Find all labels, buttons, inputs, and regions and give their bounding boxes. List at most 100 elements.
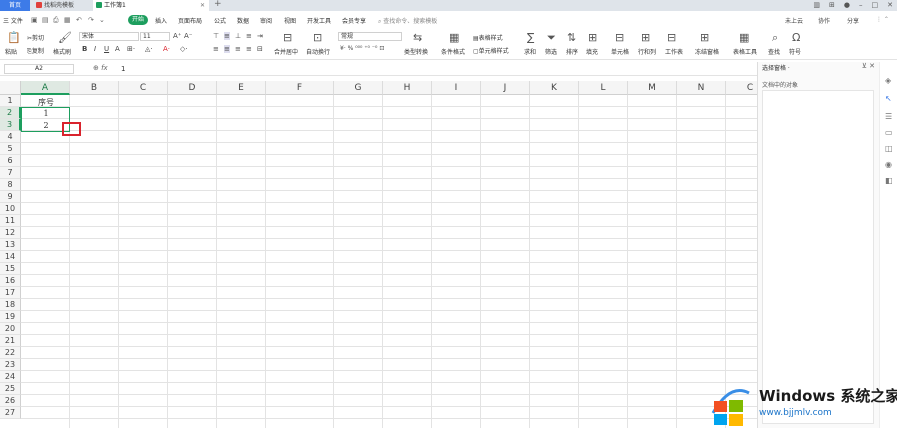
menu-formula[interactable]: 公式 bbox=[214, 16, 226, 25]
location-icon[interactable]: ◉ bbox=[885, 160, 892, 169]
paste-button[interactable]: 粘贴 bbox=[5, 47, 17, 56]
align-top-icon[interactable]: ⊤ bbox=[213, 32, 219, 40]
wrap-text-icon[interactable]: ⊡ bbox=[313, 31, 322, 44]
rows-cols-button[interactable]: 行和列 bbox=[638, 47, 656, 56]
find-button[interactable]: 查找 bbox=[768, 47, 780, 56]
row-header[interactable]: 2 bbox=[0, 107, 21, 119]
minimize-button[interactable]: – bbox=[859, 0, 863, 11]
row-header[interactable]: 15 bbox=[0, 263, 21, 275]
number-format-icons[interactable]: ¥· % ⁰⁰⁰ ⁺⁰ ⁻⁰ ⊡ bbox=[340, 45, 384, 52]
indent-icon[interactable]: ⇥ bbox=[257, 32, 263, 40]
format-painter-icon[interactable]: 🖌 bbox=[58, 31, 72, 44]
menu-view[interactable]: 视图 bbox=[284, 16, 296, 25]
share-button[interactable]: 分享 bbox=[847, 16, 859, 25]
column-header[interactable]: D bbox=[168, 81, 217, 95]
justify-icon[interactable]: ≡ bbox=[246, 45, 252, 53]
menu-member[interactable]: 会员专享 bbox=[342, 16, 366, 25]
tab-template[interactable]: 找稻壳模板 bbox=[33, 0, 91, 11]
align-center-icon[interactable]: ≡ bbox=[224, 45, 230, 53]
table-style-button[interactable]: ▤表格样式 bbox=[473, 33, 503, 42]
undo-icon[interactable]: ↶ bbox=[76, 16, 82, 24]
row-header[interactable]: 27 bbox=[0, 407, 21, 419]
column-header[interactable]: B bbox=[70, 81, 119, 95]
row-header[interactable]: 26 bbox=[0, 395, 21, 407]
print-preview-icon[interactable]: ▦ bbox=[64, 16, 71, 24]
underline-button[interactable]: U bbox=[104, 45, 109, 53]
row-header[interactable]: 16 bbox=[0, 275, 21, 287]
column-header[interactable]: L bbox=[579, 81, 628, 95]
wrap-text-button[interactable]: 自动换行 bbox=[306, 47, 330, 56]
orientation-icon[interactable]: ≡ bbox=[246, 32, 252, 40]
strikethrough-button[interactable]: A bbox=[115, 45, 120, 53]
worksheet-icon[interactable]: ⊟ bbox=[667, 31, 676, 44]
symbol-button[interactable]: 符号 bbox=[789, 47, 801, 56]
merge-center-button[interactable]: 合并居中 bbox=[274, 47, 298, 56]
sum-icon[interactable]: ∑ bbox=[527, 31, 534, 44]
type-convert-button[interactable]: 类型转换 bbox=[404, 47, 428, 56]
row-header[interactable]: 18 bbox=[0, 299, 21, 311]
fill-button[interactable]: 填充 bbox=[586, 47, 598, 56]
column-header[interactable]: N bbox=[677, 81, 726, 95]
row-header[interactable]: 9 bbox=[0, 191, 21, 203]
row-header[interactable]: 21 bbox=[0, 335, 21, 347]
column-header[interactable]: I bbox=[432, 81, 481, 95]
row-header[interactable]: 5 bbox=[0, 143, 21, 155]
column-header[interactable]: E bbox=[217, 81, 266, 95]
objects-list[interactable] bbox=[762, 90, 874, 424]
row-header[interactable]: 13 bbox=[0, 239, 21, 251]
row-header[interactable]: 10 bbox=[0, 203, 21, 215]
apps-icon[interactable]: ⊞ bbox=[829, 0, 835, 11]
row-header[interactable]: 22 bbox=[0, 347, 21, 359]
collaborate-button[interactable]: 协作 bbox=[818, 16, 830, 25]
maximize-button[interactable]: □ bbox=[872, 0, 879, 11]
conditional-format-button[interactable]: 条件格式 bbox=[441, 47, 465, 56]
row-header[interactable]: 11 bbox=[0, 215, 21, 227]
distribute-icon[interactable]: ⊟ bbox=[257, 45, 263, 53]
save-icon[interactable]: ▣ bbox=[31, 16, 38, 24]
menu-review[interactable]: 审阅 bbox=[260, 16, 272, 25]
filter-icon[interactable]: ⏷ bbox=[547, 31, 556, 45]
fill-color-icon[interactable]: ◬· bbox=[145, 45, 153, 53]
column-header[interactable]: F bbox=[266, 81, 334, 95]
cloud-status[interactable]: 未上云 bbox=[785, 16, 803, 25]
column-header[interactable]: M bbox=[628, 81, 677, 95]
row-header[interactable]: 17 bbox=[0, 287, 21, 299]
italic-button[interactable]: I bbox=[94, 45, 96, 53]
paste-icon[interactable]: 📋 bbox=[7, 31, 21, 44]
conditional-format-icon[interactable]: ▦ bbox=[449, 31, 459, 44]
format-painter-button[interactable]: 格式刷 bbox=[53, 47, 71, 56]
freeze-button[interactable]: 冻结窗格 bbox=[695, 47, 719, 56]
worksheet-button[interactable]: 工作表 bbox=[665, 47, 683, 56]
shrink-font-icon[interactable]: A⁻ bbox=[184, 32, 192, 40]
table-tools-button[interactable]: 表格工具 bbox=[733, 47, 757, 56]
cell-icon[interactable]: ⊟ bbox=[615, 31, 624, 44]
formula-input[interactable]: 1 bbox=[121, 65, 125, 73]
select-icon[interactable]: ↖ bbox=[885, 94, 892, 103]
command-search[interactable]: ⌕ 查找命令、搜索模板 bbox=[378, 16, 437, 26]
column-header[interactable]: K bbox=[530, 81, 579, 95]
row-header[interactable]: 20 bbox=[0, 323, 21, 335]
align-middle-icon[interactable]: ≡ bbox=[224, 32, 230, 40]
menu-home[interactable]: 开始 bbox=[128, 15, 148, 25]
align-left-icon[interactable]: ≡ bbox=[213, 45, 219, 53]
menu-page-layout[interactable]: 页面布局 bbox=[178, 16, 202, 25]
name-box[interactable]: A2 bbox=[4, 64, 74, 74]
row-header[interactable]: 3 bbox=[0, 119, 21, 131]
fill-icon[interactable]: ⊞ bbox=[588, 31, 597, 44]
font-size-select[interactable]: 11 bbox=[140, 32, 170, 41]
pane-controls[interactable]: ⊻ ✕ bbox=[862, 62, 875, 70]
number-format-select[interactable]: 常规 bbox=[338, 32, 402, 41]
new-tab-button[interactable]: + bbox=[214, 0, 222, 9]
print-icon[interactable]: ⎙ bbox=[53, 16, 59, 25]
formula-icons[interactable]: ⊕ fx bbox=[93, 64, 108, 72]
cell-button[interactable]: 单元格 bbox=[611, 47, 629, 56]
filter-button[interactable]: 筛选 bbox=[545, 47, 557, 56]
column-header[interactable]: H bbox=[383, 81, 432, 95]
font-color-icon[interactable]: A· bbox=[163, 45, 170, 53]
comment-icon[interactable]: ▭ bbox=[885, 128, 893, 137]
file-menu[interactable]: 三 文件 bbox=[3, 16, 23, 25]
row-header[interactable]: 14 bbox=[0, 251, 21, 263]
row-header[interactable]: 8 bbox=[0, 179, 21, 191]
align-right-icon[interactable]: ≡ bbox=[235, 45, 241, 53]
style-icon[interactable]: ◈ bbox=[885, 76, 891, 85]
